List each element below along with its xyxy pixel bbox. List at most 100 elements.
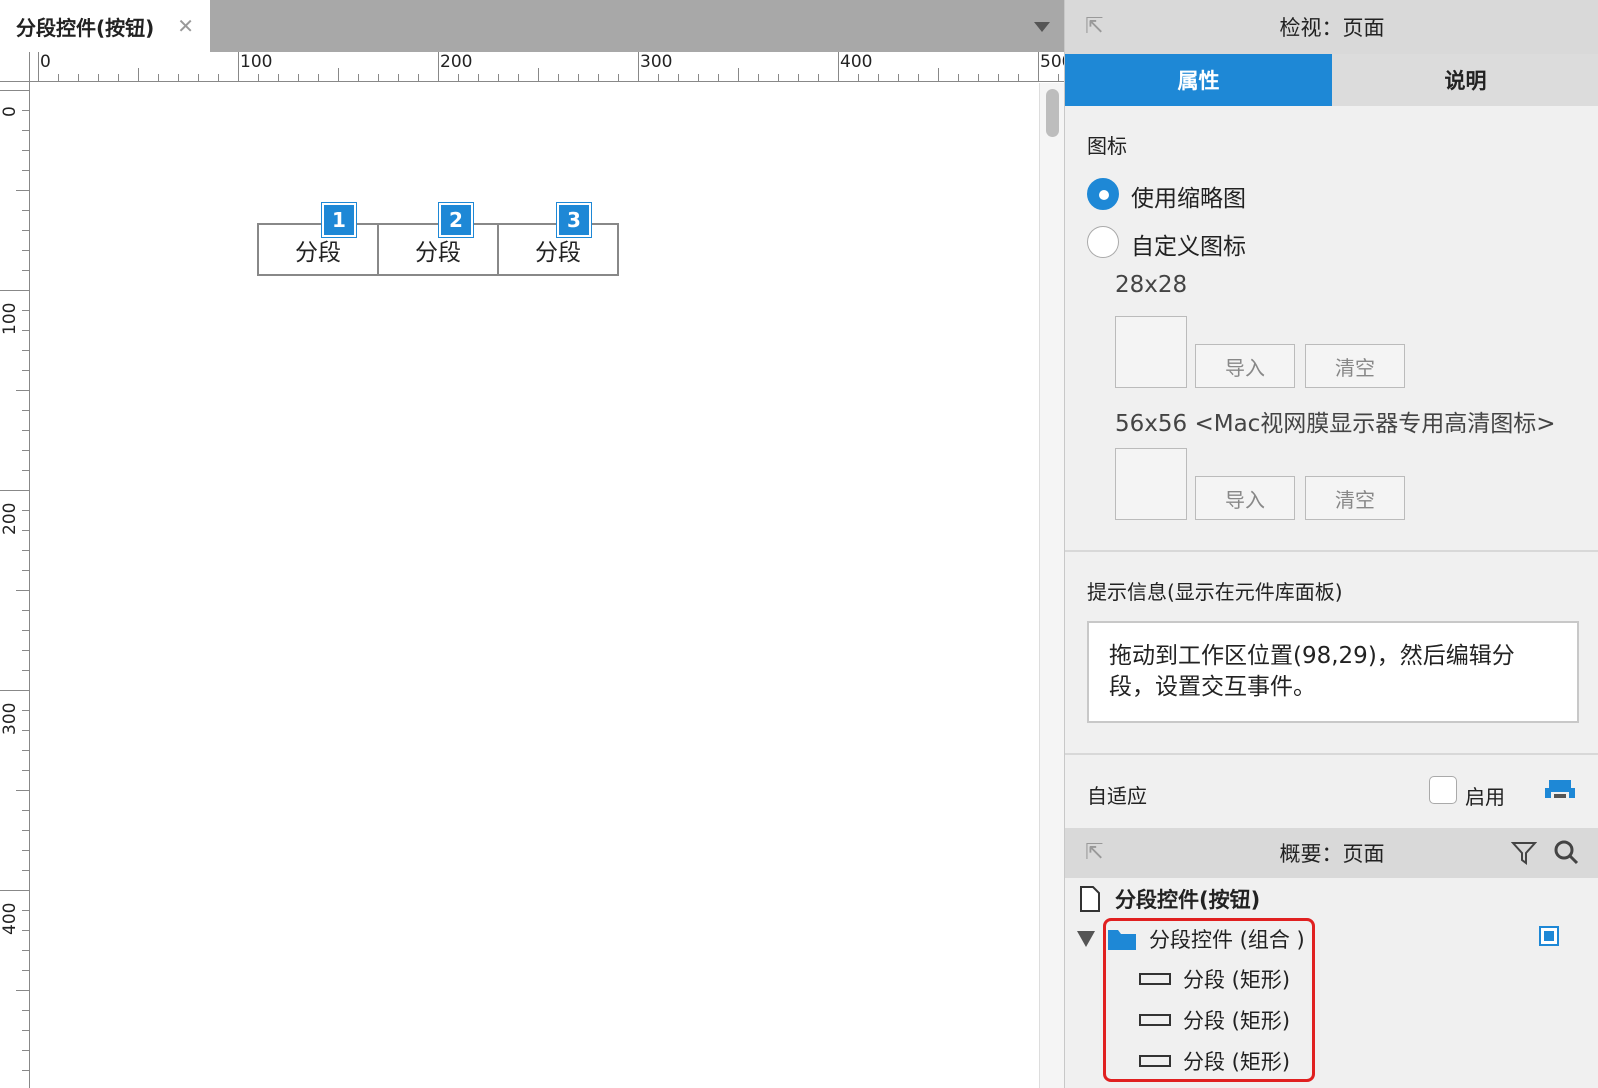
ruler-tick <box>78 74 79 81</box>
ruler-tick <box>818 74 819 81</box>
icon-section-label: 图标 <box>1087 134 1127 158</box>
ruler-tick <box>22 110 29 111</box>
segment-button[interactable]: 分段 <box>377 223 497 276</box>
section-divider <box>1065 753 1598 755</box>
radio-custom-icon[interactable] <box>1087 226 1119 258</box>
import-28-button[interactable]: 导入 <box>1195 344 1295 388</box>
ruler-tick <box>478 74 479 81</box>
ruler-tick <box>22 150 29 151</box>
ruler-tick <box>1018 74 1019 81</box>
clear-56-button[interactable]: 清空 <box>1305 476 1405 520</box>
import-56-button[interactable]: 导入 <box>1195 476 1295 520</box>
scrollbar-thumb[interactable] <box>1046 89 1059 137</box>
ruler-tick <box>16 390 29 391</box>
ruler-tick <box>458 74 459 81</box>
ruler-tick <box>978 74 979 81</box>
ruler-tick <box>898 74 899 81</box>
inspector-tabs: 属性 说明 <box>1065 54 1598 106</box>
document-tab[interactable]: 分段控件(按钮) ✕ <box>0 0 210 52</box>
annotation-badge: 3 <box>556 202 592 238</box>
search-icon[interactable] <box>1553 839 1579 865</box>
ruler-tick <box>22 710 29 711</box>
ruler-label: 400 <box>840 52 873 72</box>
ruler-tick <box>678 74 679 81</box>
radio-use-thumbnail[interactable] <box>1087 178 1119 210</box>
ruler-tick <box>0 90 29 91</box>
ruler-tick <box>638 52 639 81</box>
ruler-tick <box>16 790 29 791</box>
ruler-tick <box>22 470 29 471</box>
outline-page-item[interactable]: 分段控件(按钮) <box>1079 884 1260 914</box>
ruler-tick <box>338 68 339 81</box>
ruler-tick <box>218 74 219 81</box>
ruler-label: 0 <box>40 52 51 72</box>
ruler-tick <box>22 610 29 611</box>
icon-preview-56 <box>1115 448 1187 520</box>
tooltip-text-field[interactable]: 拖动到工作区位置(98,29)，然后编辑分段，设置交互事件。 <box>1087 621 1579 723</box>
ruler-tick <box>298 74 299 81</box>
inspector-header: ⇱ 检视：页面 <box>1065 0 1598 54</box>
outline-page-label: 分段控件(按钮) <box>1115 888 1261 912</box>
group-selection-indicator[interactable] <box>1539 926 1559 946</box>
ruler-tick <box>118 74 119 81</box>
ruler-tick <box>378 74 379 81</box>
clear-28-button[interactable]: 清空 <box>1305 344 1405 388</box>
ruler-tick <box>998 74 999 81</box>
close-icon[interactable]: ✕ <box>177 14 194 38</box>
ruler-tick <box>16 190 29 191</box>
ruler-tick <box>918 74 919 81</box>
ruler-tick <box>398 74 399 81</box>
segment-button[interactable]: 分段 <box>257 223 377 276</box>
ruler-tick <box>698 74 699 81</box>
ruler-tick <box>1038 52 1039 81</box>
expand-triangle-icon[interactable] <box>1077 931 1095 947</box>
canvas[interactable]: 分段 分段 分段 1 2 3 <box>31 83 1039 1088</box>
ruler-tick <box>578 74 579 81</box>
radio-use-thumbnail-label[interactable]: 使用缩略图 <box>1131 179 1246 213</box>
ruler-tick <box>22 410 29 411</box>
ruler-tick <box>618 74 619 81</box>
ruler-tick <box>22 870 29 871</box>
horizontal-ruler: 0 100 200 300 400 500 <box>30 52 1064 82</box>
annotation-badge: 2 <box>438 202 474 238</box>
ruler-tick <box>778 74 779 81</box>
canvas-scrollbar[interactable] <box>1039 83 1064 1088</box>
ruler-tick <box>22 1070 29 1071</box>
ruler-tick <box>22 230 29 231</box>
chevron-down-icon[interactable] <box>1034 22 1050 32</box>
ruler-tick <box>0 490 29 491</box>
tab-properties[interactable]: 属性 <box>1065 54 1332 106</box>
ruler-tick <box>22 330 29 331</box>
enable-label[interactable]: 启用 <box>1465 781 1505 810</box>
adaptive-settings-icon[interactable] <box>1545 778 1575 800</box>
ruler-tick <box>22 370 29 371</box>
pin-icon[interactable]: ⇱ <box>1085 14 1103 39</box>
ruler-tick <box>22 550 29 551</box>
ruler-tick <box>22 810 29 811</box>
outline-header: ⇱ 概要：页面 <box>1065 828 1598 878</box>
ruler-tick <box>22 130 29 131</box>
ruler-tick <box>16 590 29 591</box>
ruler-tick <box>598 74 599 81</box>
ruler-tick <box>22 250 29 251</box>
ruler-label: 200 <box>0 502 20 535</box>
ruler-tick <box>718 74 719 81</box>
ruler-tick <box>138 68 139 81</box>
ruler-tick <box>22 970 29 971</box>
size-28-label: 28x28 <box>1115 272 1188 298</box>
enable-checkbox[interactable] <box>1429 776 1457 804</box>
ruler-tick <box>278 74 279 81</box>
pin-icon[interactable]: ⇱ <box>1085 840 1103 865</box>
filter-icon[interactable] <box>1511 840 1537 866</box>
ruler-tick <box>98 74 99 81</box>
ruler-tick <box>798 74 799 81</box>
ruler-tick <box>22 750 29 751</box>
ruler-label: 200 <box>440 52 473 72</box>
ruler-tick <box>178 74 179 81</box>
radio-custom-icon-label[interactable]: 自定义图标 <box>1131 227 1246 261</box>
ruler-tick <box>22 650 29 651</box>
tab-notes[interactable]: 说明 <box>1332 54 1598 106</box>
ruler-tick <box>658 74 659 81</box>
ruler-tick <box>22 910 29 911</box>
ruler-label: 0 <box>0 106 20 117</box>
